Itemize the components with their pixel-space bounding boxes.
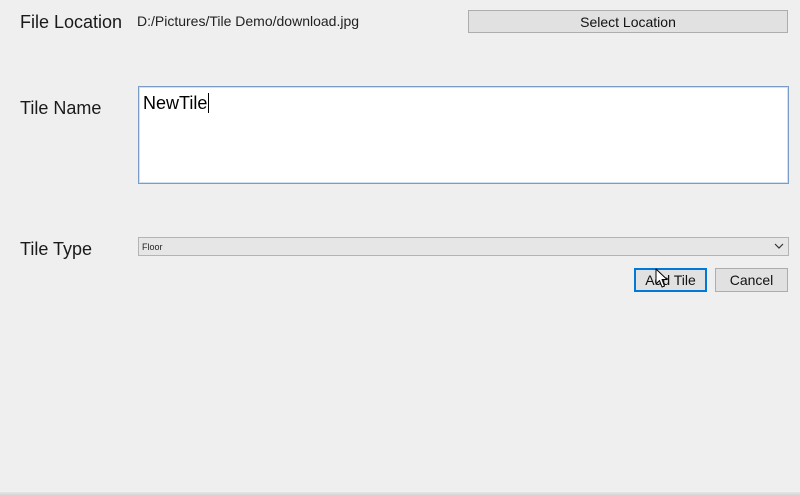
add-tile-button[interactable]: Add Tile (634, 268, 707, 292)
file-location-label: File Location (20, 12, 123, 32)
tile-type-selected-value: Floor (142, 241, 163, 252)
chevron-down-icon[interactable] (773, 240, 785, 252)
tile-type-select[interactable]: Floor (138, 237, 789, 256)
tile-name-label: Tile Name (20, 98, 102, 118)
tile-name-input[interactable]: NewTile (138, 86, 789, 184)
select-location-button[interactable]: Select Location (468, 10, 788, 33)
tile-type-label: Tile Type (20, 239, 93, 259)
cancel-button[interactable]: Cancel (715, 268, 788, 292)
file-location-path: D:/Pictures/Tile Demo/download.jpg (137, 13, 360, 29)
tile-name-value: NewTile (143, 93, 208, 113)
text-caret (208, 93, 210, 113)
